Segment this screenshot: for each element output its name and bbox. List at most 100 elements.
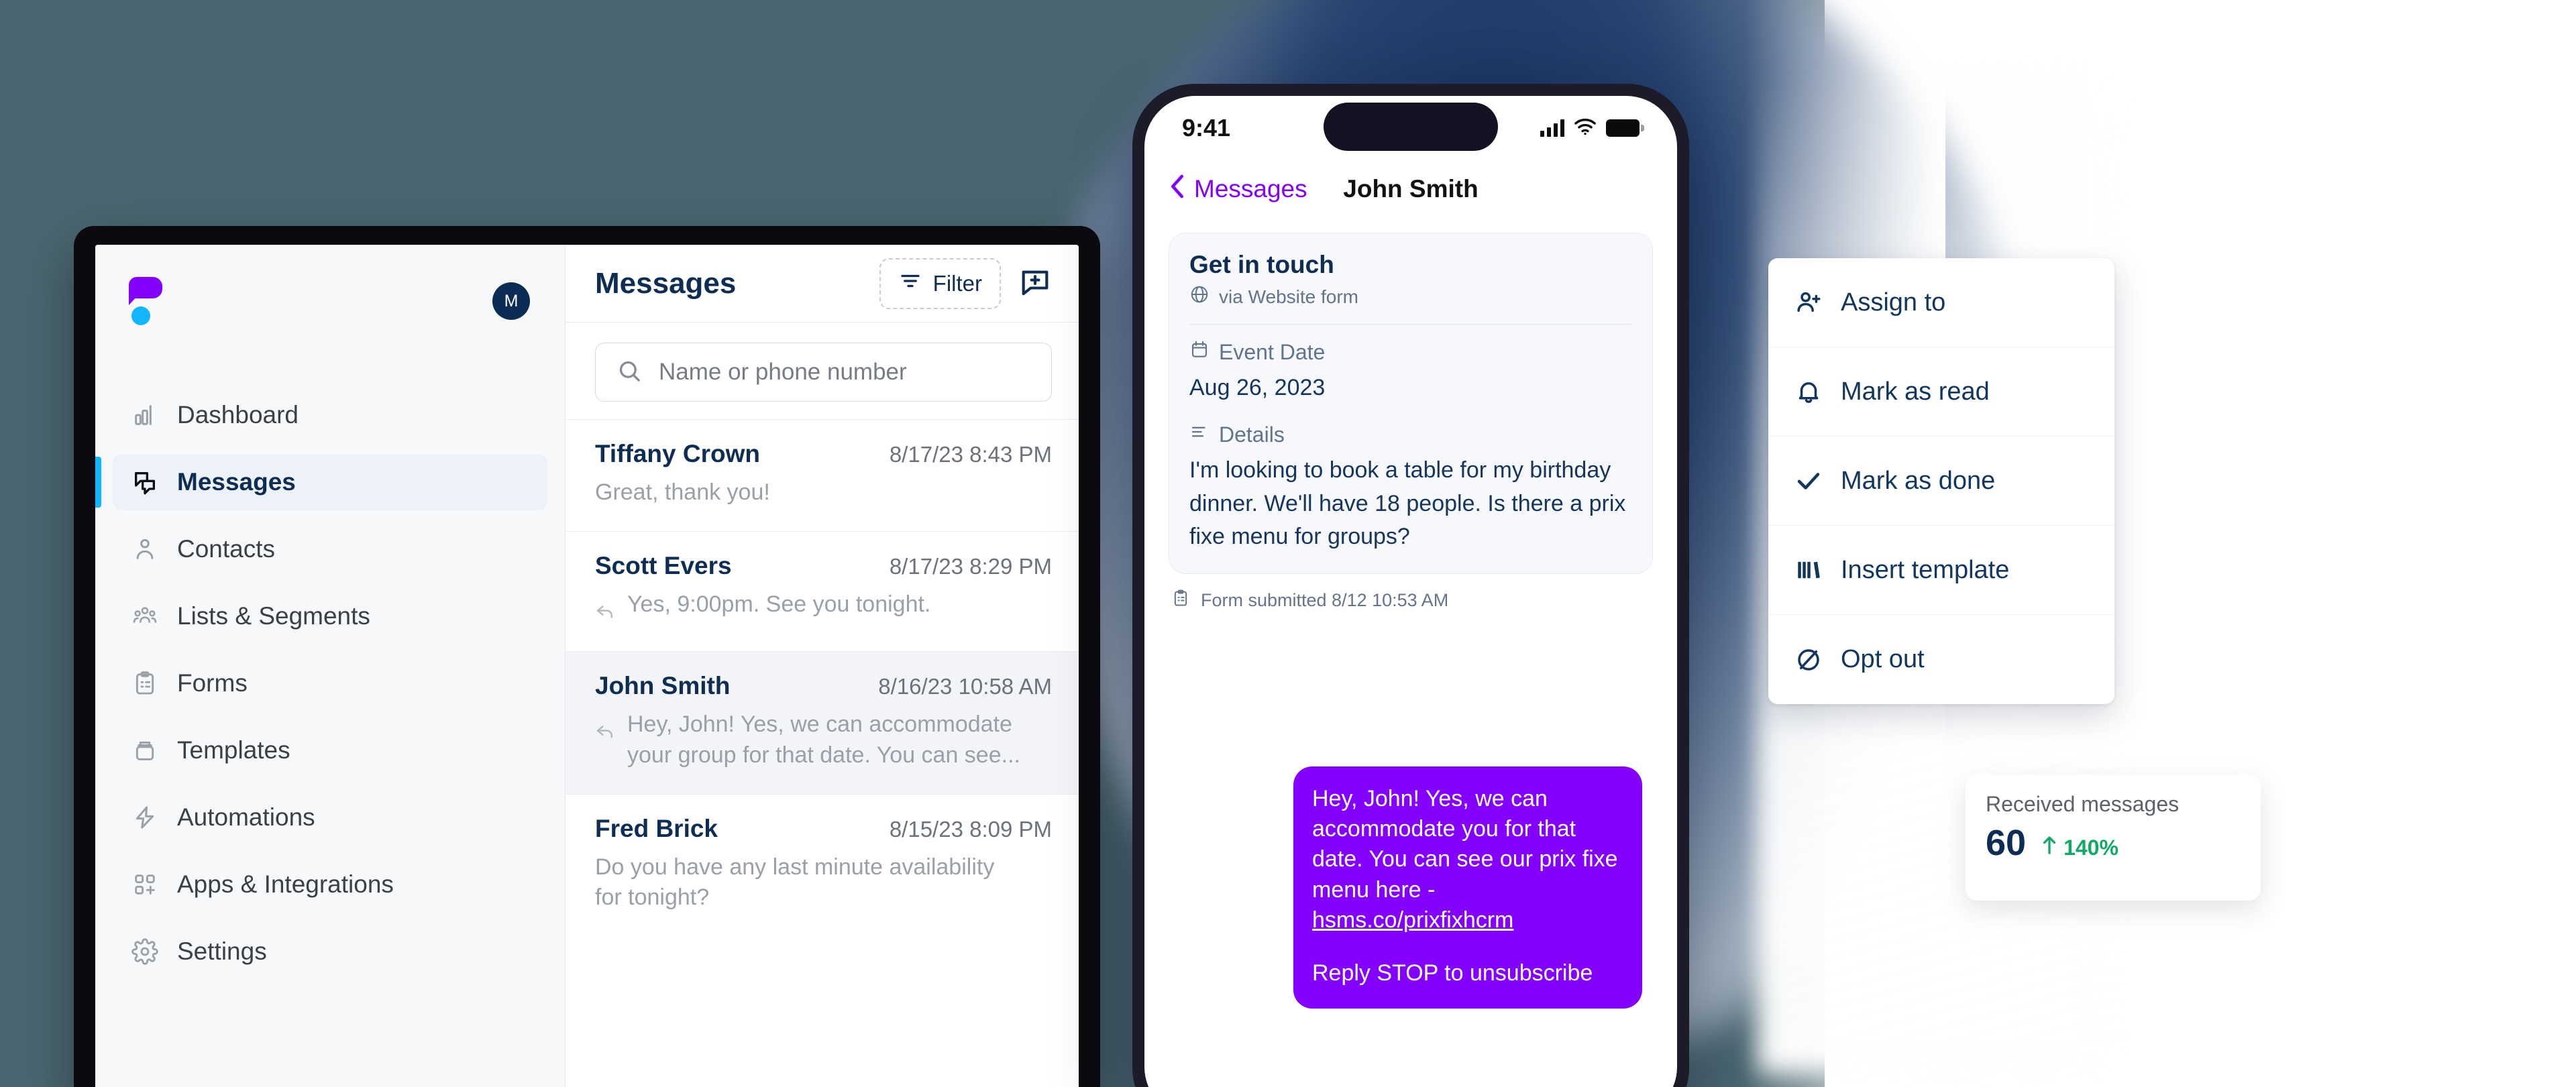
sidebar-item-label: Settings [177, 937, 267, 965]
cellular-signal-icon [1540, 119, 1564, 137]
lines-icon [1189, 422, 1210, 447]
conversation-preview: Do you have any last minute availability… [595, 854, 995, 911]
chat-bubbles-icon [130, 467, 160, 497]
stat-value: 60 [1986, 823, 2027, 863]
sidebar-nav: Dashboard Messages Contacts Lists & Segm… [95, 387, 565, 980]
message-list-header: Messages Filter [566, 245, 1079, 323]
brand-logo-icon [129, 277, 166, 325]
conversation-name: John Smith [595, 671, 731, 699]
conversation-timestamp: 8/17/23 8:29 PM [889, 553, 1052, 579]
clipboard-list-icon [130, 669, 160, 698]
clipboard-icon [1171, 589, 1190, 612]
filter-icon [898, 269, 922, 298]
bubble-link[interactable]: hsms.co/prixfixhcrm [1312, 907, 1513, 933]
stat-delta-value: 140% [2063, 835, 2118, 860]
person-plus-icon [1794, 288, 1823, 317]
sidebar-item-dashboard[interactable]: Dashboard [113, 387, 547, 443]
reply-arrow-icon [595, 597, 615, 628]
arrow-up-icon [2041, 835, 2058, 860]
form-title: Get in touch [1189, 251, 1334, 278]
menu-item-label: Mark as read [1841, 377, 1990, 406]
list-item[interactable]: Fred Brick 8/15/23 8:09 PM Do you have a… [566, 793, 1079, 937]
reply-arrow-icon [595, 718, 615, 748]
menu-item-opt-out[interactable]: Opt out [1768, 615, 2114, 704]
sidebar-item-apps-integrations[interactable]: Apps & Integrations [113, 856, 547, 913]
conversation-title: John Smith [1343, 175, 1479, 203]
new-message-icon[interactable] [1014, 263, 1056, 304]
conversation-timestamp: 8/17/23 8:43 PM [889, 442, 1052, 467]
form-submitted-note: Form submitted 8/12 10:53 AM [1171, 589, 1677, 612]
back-label: Messages [1194, 175, 1307, 203]
conversation-timestamp: 8/16/23 10:58 AM [878, 673, 1052, 699]
sidebar-item-settings[interactable]: Settings [113, 923, 547, 980]
bar-chart-icon [130, 400, 160, 430]
sidebar-item-templates[interactable]: Templates [113, 722, 547, 779]
avatar[interactable]: M [492, 282, 530, 320]
menu-item-mark-as-done[interactable]: Mark as done [1768, 437, 2114, 526]
list-item[interactable]: John Smith 8/16/23 10:58 AM Hey, John! Y… [566, 650, 1079, 794]
sidebar-item-label: Apps & Integrations [177, 870, 394, 898]
field-value-details: I'm looking to book a table for my birth… [1189, 457, 1626, 549]
outgoing-message-bubble: Hey, John! Yes, we can accommodate you f… [1293, 766, 1642, 1009]
menu-item-insert-template[interactable]: Insert template [1768, 526, 2114, 615]
menu-item-label: Assign to [1841, 288, 1946, 317]
filter-button[interactable]: Filter [879, 258, 1001, 309]
sidebar-item-contacts[interactable]: Contacts [113, 521, 547, 577]
search-input[interactable] [659, 359, 1031, 386]
sidebar-item-lists-segments[interactable]: Lists & Segments [113, 588, 547, 644]
menu-item-label: Insert template [1841, 555, 2010, 584]
divider [1189, 324, 1632, 325]
search-area [566, 323, 1079, 419]
message-list-panel: Messages Filter Name or phone number Tif… [565, 245, 1079, 1087]
scene: M Dashboard Messages Contacts Lists & Se… [0, 0, 2576, 1087]
status-time: 9:41 [1182, 114, 1231, 141]
field-label-details: Details [1189, 422, 1632, 447]
form-submission-card: Get in touch via Website form Event Date… [1169, 233, 1653, 575]
sidebar-item-forms[interactable]: Forms [113, 655, 547, 711]
conversation-name: Fred Brick [595, 814, 718, 842]
field-value-event-date: Aug 26, 2023 [1189, 375, 1326, 400]
sidebar-item-label: Automations [177, 803, 315, 831]
phone-nav-bar: Messages John Smith [1144, 160, 1677, 218]
filter-label: Filter [932, 270, 982, 296]
sidebar-item-label: Templates [177, 736, 290, 764]
calendar-icon [1189, 339, 1210, 365]
sidebar-item-automations[interactable]: Automations [113, 789, 547, 846]
back-to-messages-link[interactable]: Messages [1169, 173, 1307, 206]
status-badge: 140% [2041, 835, 2118, 860]
field-label-event-date: Event Date [1189, 339, 1632, 365]
stat-row: 60 140% [1986, 822, 2241, 864]
menu-item-mark-as-read[interactable]: Mark as read [1768, 347, 2114, 437]
archive-box-icon [130, 736, 160, 765]
menu-item-assign-to[interactable]: Assign to [1768, 258, 2114, 347]
stat-label: Received messages [1986, 792, 2180, 816]
grid-plus-icon [130, 870, 160, 899]
list-item[interactable]: Tiffany Crown 8/17/23 8:43 PM Great, tha… [566, 419, 1079, 531]
sidebar-header: M [95, 274, 565, 328]
gear-icon [130, 937, 160, 966]
conversation-timestamp: 8/15/23 8:09 PM [889, 816, 1052, 842]
check-icon [1794, 466, 1823, 496]
chevron-left-icon [1169, 173, 1186, 206]
form-submitted-text: Form submitted 8/12 10:53 AM [1201, 590, 1449, 611]
form-source: via Website form [1189, 284, 1632, 309]
bell-icon [1794, 377, 1823, 406]
page-title: Messages [595, 266, 737, 300]
list-item[interactable]: Scott Evers 8/17/23 8:29 PM Yes, 9:00pm.… [566, 530, 1079, 651]
phone-device: 9:41 Messages John Smith Get in touch vi… [1132, 84, 1689, 1087]
wifi-icon [1574, 118, 1597, 139]
phone-status-bar: 9:41 [1144, 96, 1677, 160]
menu-item-label: Opt out [1841, 645, 1925, 673]
battery-icon [1606, 119, 1644, 137]
person-icon [130, 534, 160, 564]
stat-card-received-messages: Received messages 60 140% [1966, 775, 2261, 901]
app-sidebar: M Dashboard Messages Contacts Lists & Se… [95, 245, 565, 1087]
sidebar-item-messages[interactable]: Messages [95, 454, 547, 510]
sidebar-item-label: Forms [177, 669, 248, 697]
dynamic-island [1324, 103, 1498, 151]
people-group-icon [130, 602, 160, 631]
menu-item-label: Mark as done [1841, 466, 1996, 495]
conversation-preview: Yes, 9:00pm. See you tonight. [627, 591, 931, 617]
globe-icon [1189, 284, 1210, 309]
search-box[interactable] [595, 343, 1052, 402]
